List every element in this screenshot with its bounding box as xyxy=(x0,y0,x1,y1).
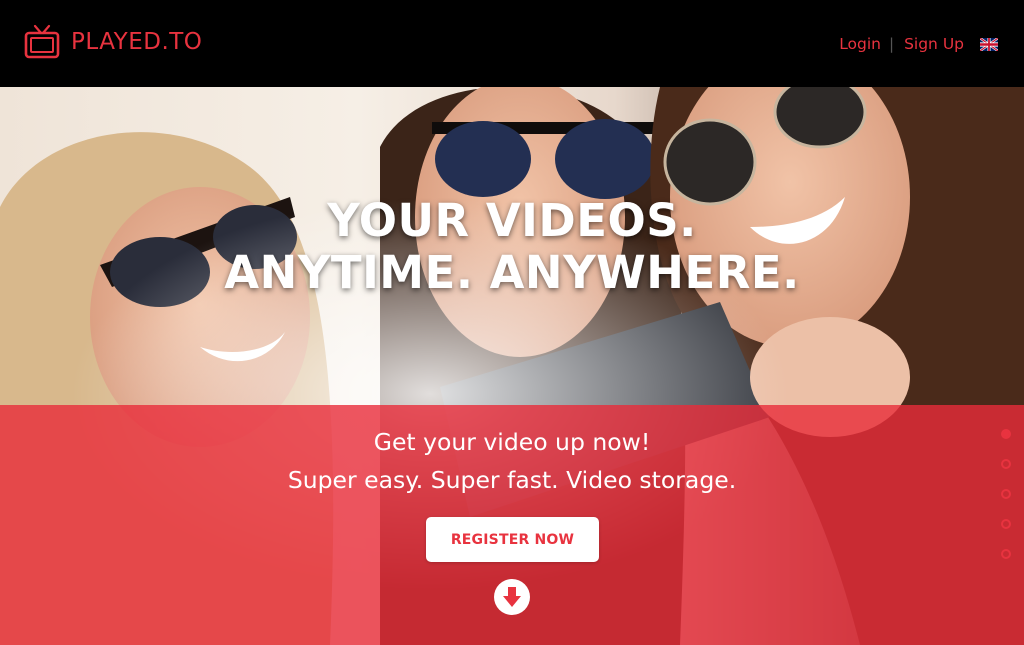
header-nav: Login | Sign Up xyxy=(839,33,998,55)
slide-dot-5[interactable] xyxy=(1001,549,1011,559)
slide-dot-4[interactable] xyxy=(1001,519,1011,529)
hero-section: YOUR VIDEOS. ANYTIME. ANYWHERE. Get your… xyxy=(0,87,1024,645)
nav-separator: | xyxy=(889,35,895,53)
scroll-down-button[interactable] xyxy=(494,579,530,615)
login-link[interactable]: Login xyxy=(839,35,881,53)
slide-dot-3[interactable] xyxy=(1001,489,1011,499)
arrow-down-icon xyxy=(503,587,521,607)
uk-flag-icon[interactable] xyxy=(980,37,998,51)
cta-band: Get your video up now! Super easy. Super… xyxy=(0,405,1024,645)
tagline-secondary: Super easy. Super fast. Video storage. xyxy=(287,466,737,494)
tv-icon xyxy=(24,24,60,59)
register-now-button[interactable]: REGISTER NOW xyxy=(426,517,599,562)
hero-headline: YOUR VIDEOS. ANYTIME. ANYWHERE. xyxy=(0,195,1024,299)
signup-link[interactable]: Sign Up xyxy=(904,35,964,53)
slide-dot-1[interactable] xyxy=(1001,429,1011,439)
site-header: PLAYED.TO Login | Sign Up xyxy=(0,0,1024,87)
slide-pagination xyxy=(1001,429,1011,579)
brand-name: PLAYED.TO xyxy=(71,29,203,55)
tagline-primary: Get your video up now! xyxy=(373,428,651,456)
slide-dot-2[interactable] xyxy=(1001,459,1011,469)
headline-line-2: ANYTIME. ANYWHERE. xyxy=(224,246,800,299)
site-logo[interactable]: PLAYED.TO xyxy=(24,24,202,60)
headline-line-1: YOUR VIDEOS. xyxy=(327,194,697,247)
